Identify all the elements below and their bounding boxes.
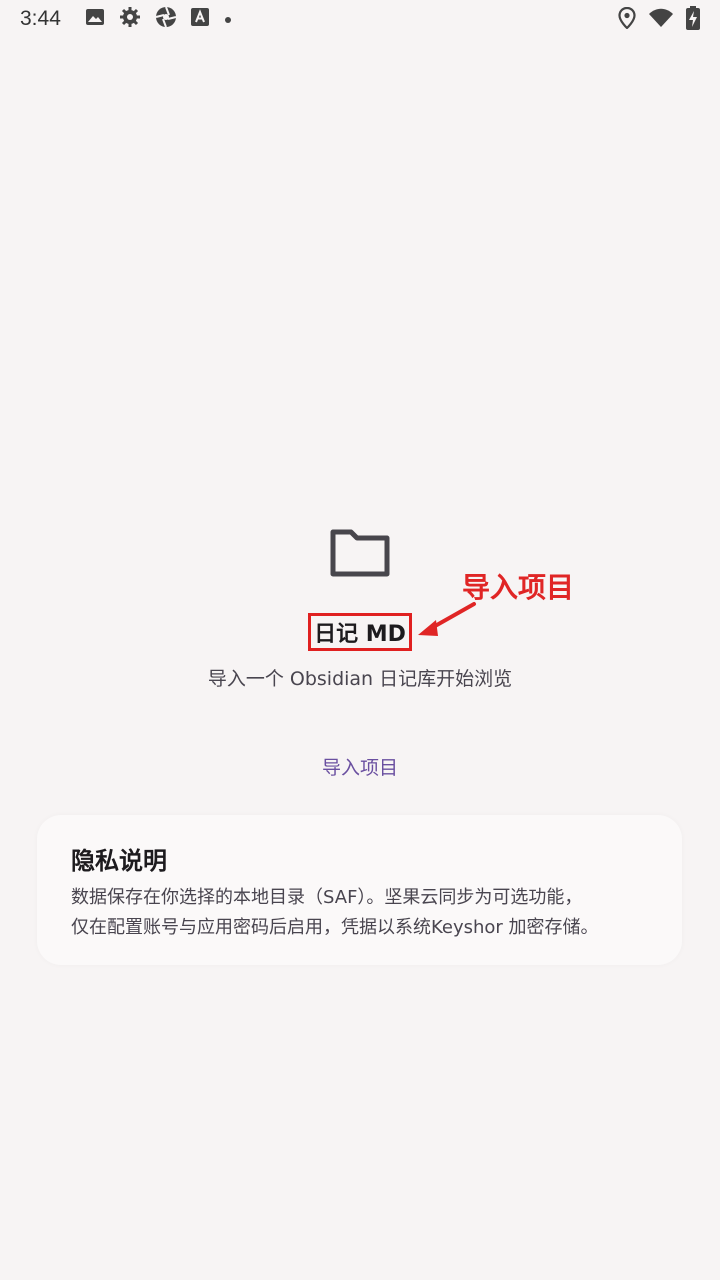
- battery-charging-icon: [686, 6, 700, 34]
- aperture-icon: [155, 6, 177, 32]
- location-icon: [618, 6, 636, 33]
- privacy-line-2: 仅在配置账号与应用密码后启用，凭据以系统Keyshor 加密存储。: [71, 917, 599, 938]
- app-title-highlight: 日记 MD: [308, 613, 412, 651]
- status-time: 3:44: [20, 7, 61, 30]
- import-project-button[interactable]: 导入项目: [300, 744, 420, 788]
- folder-icon: [329, 528, 391, 578]
- app-screen: 3:44 日记 MD 导入项目 导入一个 Obsidian 日记库开始浏览 导入…: [0, 0, 720, 1280]
- app-title: 日记 MD: [314, 622, 406, 647]
- privacy-title: 隐私说明: [71, 847, 167, 875]
- status-right: [618, 6, 700, 34]
- gear-icon: [119, 6, 141, 32]
- annotation-arrow-icon: [414, 600, 478, 640]
- privacy-body: 数据保存在你选择的本地目录（SAF）。坚果云同步为可选功能， 仅在配置账号与应用…: [71, 883, 661, 943]
- wifi-icon: [648, 8, 674, 32]
- privacy-card: 隐私说明 数据保存在你选择的本地目录（SAF）。坚果云同步为可选功能， 仅在配置…: [37, 815, 682, 965]
- status-left: 3:44: [20, 6, 233, 32]
- dot-icon: [223, 10, 233, 29]
- empty-state-subtitle: 导入一个 Obsidian 日记库开始浏览: [207, 668, 513, 690]
- annotation-label: 导入项目: [462, 571, 575, 604]
- font-a-icon: [190, 8, 209, 30]
- privacy-line-1: 数据保存在你选择的本地目录（SAF）。坚果云同步为可选功能，: [71, 887, 583, 908]
- status-bar: 3:44: [0, 0, 720, 36]
- image-icon: [85, 7, 105, 31]
